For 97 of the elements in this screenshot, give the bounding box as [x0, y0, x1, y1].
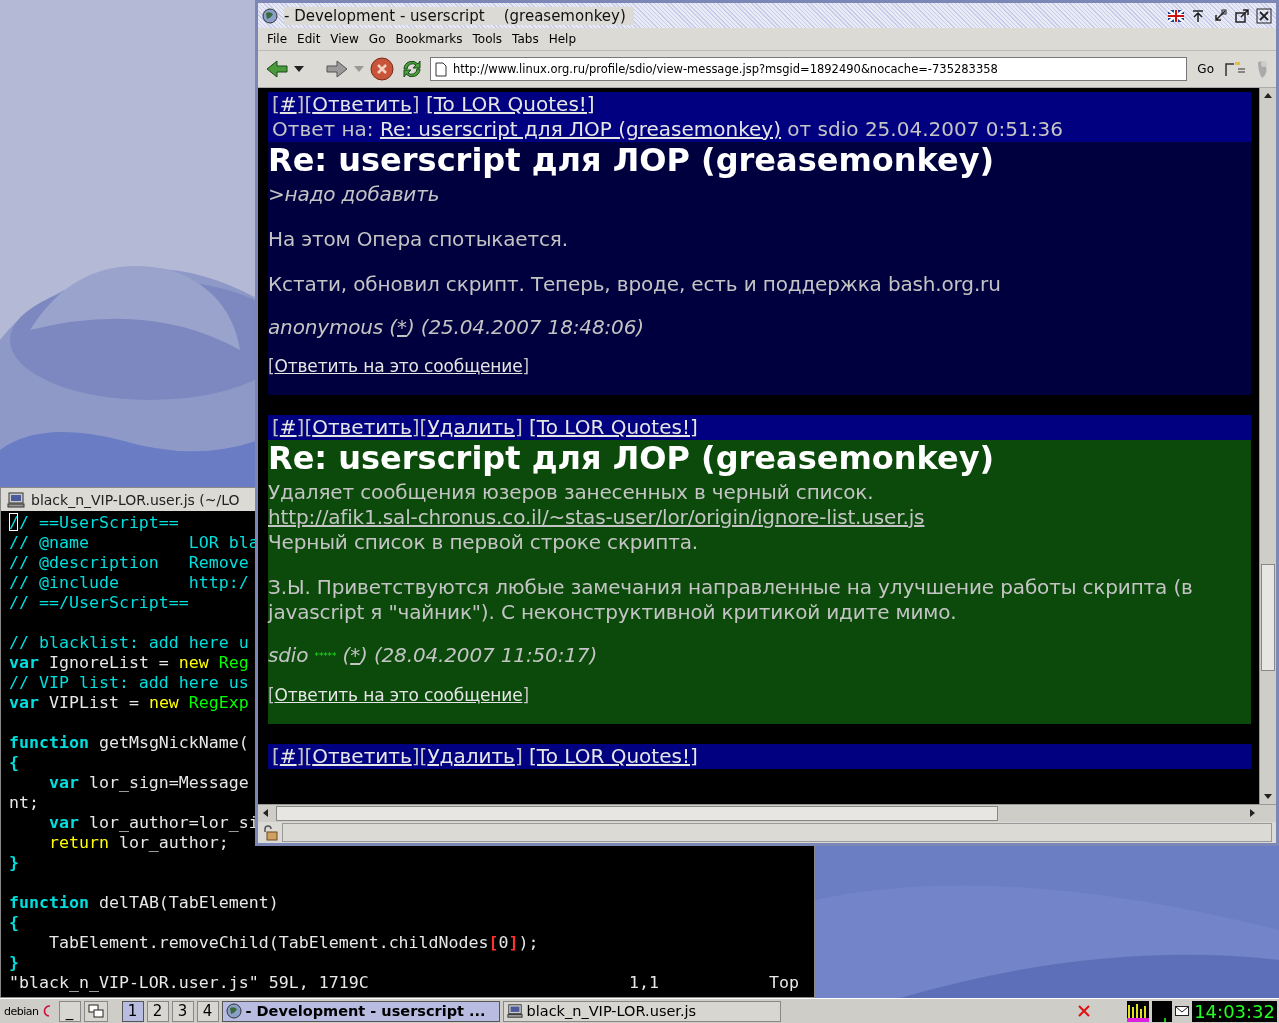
- menu-item[interactable]: Tabs: [507, 32, 544, 46]
- author-link[interactable]: *: [397, 315, 407, 339]
- header-link[interactable]: Ответить: [312, 415, 412, 439]
- header-line: [#][Ответить][Удалить] [To LOR Quotes!]: [272, 415, 699, 440]
- forward-arrow-icon[interactable]: [326, 59, 348, 79]
- menu-item[interactable]: Edit: [292, 32, 326, 46]
- header-link[interactable]: #: [279, 415, 297, 439]
- code-line: nt;: [9, 793, 39, 813]
- reply-link[interactable]: Ответить на это сообщение: [274, 685, 523, 705]
- go-button[interactable]: Go: [1193, 62, 1218, 76]
- caret-icon[interactable]: [294, 66, 304, 72]
- cpu-graph-drawing: [1127, 1000, 1150, 1022]
- code-line: // VIP list: add here us: [9, 673, 249, 693]
- pin-icon[interactable]: [1190, 7, 1206, 24]
- debian-logo[interactable]: debian: [2, 1003, 56, 1019]
- reload-icon[interactable]: [400, 57, 424, 81]
- menu-item[interactable]: Bookmarks: [390, 32, 468, 46]
- code-line: var IgnoreList = new Reg: [9, 653, 249, 673]
- header-link[interactable]: [To LOR Quotes!]: [529, 415, 698, 439]
- post-title: Re: userscript для ЛОР (greasemonkey): [268, 440, 996, 476]
- minimize-icon[interactable]: [1212, 7, 1228, 24]
- task-button[interactable]: - Development - userscript ...: [221, 1000, 500, 1022]
- scroll-position: Top: [769, 973, 799, 993]
- globe-icon: [225, 1003, 242, 1019]
- scrollbar-thumb[interactable]: [1261, 564, 1275, 671]
- header-link[interactable]: [To LOR Quotes!]: [529, 744, 698, 768]
- reply-line: [Ответить на это сообщение]: [268, 355, 530, 378]
- maximize-icon[interactable]: [1234, 7, 1250, 24]
- code-line: var lor_author=lor_si: [47, 813, 259, 833]
- post-text: Удаляет сообщения юзеров занесенных в черный список.: [268, 480, 875, 505]
- padlock-icon: [262, 824, 278, 841]
- desktop-button[interactable]: 1: [121, 1000, 144, 1022]
- close-icon[interactable]: [1256, 7, 1272, 24]
- post-title: Re: userscript для ЛОР (greasemonkey): [268, 142, 996, 178]
- code-line: return lor_author;: [47, 833, 229, 853]
- code-line: }: [9, 853, 19, 873]
- network-graph-drawing: [1152, 1000, 1173, 1022]
- menu-item[interactable]: Tools: [467, 32, 508, 46]
- code-line: {: [9, 753, 19, 773]
- quote-text: >надо добавить: [268, 182, 441, 207]
- code-line: }: [9, 953, 19, 973]
- header-link[interactable]: Ответить: [312, 92, 412, 116]
- mail-icon[interactable]: [1175, 1006, 1190, 1016]
- window-title: - Development - userscript (greasemonkey): [284, 6, 634, 25]
- sidebar-icon[interactable]: [1224, 61, 1246, 77]
- code-line: // @include http:/: [9, 573, 249, 593]
- code-line: {: [9, 913, 19, 933]
- scrollbar-thumb[interactable]: [276, 806, 998, 821]
- header-link[interactable]: Удалить: [427, 415, 515, 439]
- header-link[interactable]: Re: userscript для ЛОР (greasemonkey): [379, 117, 781, 141]
- show-desktop-button[interactable]: _: [58, 1000, 81, 1022]
- header-link[interactable]: #: [279, 92, 297, 116]
- code-line: function getMsgNickName(: [9, 733, 249, 753]
- clock: 14:03:32: [1192, 1000, 1277, 1022]
- menu-item[interactable]: Help: [543, 32, 581, 46]
- cursor-position: 1,1: [629, 973, 660, 993]
- window-title: black_n_VIP-LOR.user.js (~/LO: [31, 491, 240, 508]
- code-line: var VIPList = new RegExp: [9, 693, 249, 713]
- task-button[interactable]: black_n_VIP-LOR.user.js: [502, 1000, 781, 1022]
- reply-link[interactable]: Ответить на это сообщение: [274, 356, 523, 376]
- desktop-button[interactable]: 3: [171, 1000, 194, 1022]
- desktop-button[interactable]: 2: [146, 1000, 169, 1022]
- globe-icon: [262, 7, 278, 24]
- windows-button[interactable]: [83, 1000, 108, 1022]
- desktop-button[interactable]: 4: [196, 1000, 219, 1022]
- back-arrow-icon[interactable]: [266, 59, 288, 79]
- page-icon: [435, 61, 447, 77]
- menu-item[interactable]: Go: [363, 32, 391, 46]
- post-text: З.Ы. Приветствуются любые замечания направленные на улучшение работы скрипта (в javascript я "чайник"). С неконструктивной критикой идите мимо.: [268, 575, 1194, 625]
- code-line: // ==/UserScript==: [9, 593, 189, 613]
- signature-line: sdio ***** (*) (28.04.2007 11:50:17): [268, 643, 599, 669]
- post-text: Кстати, обновил скрипт. Теперь, вроде, есть и поддержка bash.org.ru: [268, 272, 1002, 297]
- code-line: var lor_sign=Message: [47, 773, 249, 793]
- header-link[interactable]: Ответить: [312, 744, 412, 768]
- header-line: [#][Ответить][Удалить] [To LOR Quotes!]: [272, 744, 699, 769]
- url-field[interactable]: http://www.linux.org.ru/profile/sdio/view-message.jsp?msgid=1892490&nocache=-735283358: [430, 57, 1188, 81]
- header-line: Ответ на: Re: userscript для ЛОР (greasemonkey) от sdio 25.04.2007 0:51:36: [272, 117, 1064, 142]
- code-line: // @description Remove: [9, 553, 249, 573]
- header-link[interactable]: [To LOR Quotes!]: [425, 92, 595, 116]
- script-link[interactable]: http://afik1.sal-chronus.co.il/~stas-user/lor/origin/ignore-list.user.js: [268, 505, 1251, 530]
- flag-icon[interactable]: [1168, 9, 1184, 22]
- menu-item[interactable]: File: [262, 32, 293, 46]
- code-line: // blacklist: add here u: [9, 633, 249, 653]
- header-link[interactable]: Удалить: [427, 744, 515, 768]
- code-line: TabElement.removeChild(TabElement.childNodes[0]);: [47, 933, 539, 953]
- computer-icon: [506, 1003, 523, 1019]
- header-line: [#][Ответить] [To LOR Quotes!]: [272, 92, 596, 117]
- menu-item[interactable]: View: [325, 32, 364, 46]
- computer-icon: [7, 491, 25, 508]
- stop-icon[interactable]: [370, 57, 394, 81]
- reply-line: [Ответить на это сообщение]: [268, 684, 530, 707]
- code-line: function delTAB(TabElement): [9, 893, 279, 913]
- post-text: На этом Опера спотыкается.: [268, 227, 569, 252]
- post-text: Черный список в первой строке скрипта.: [268, 530, 699, 555]
- header-link[interactable]: #: [279, 744, 297, 768]
- signature-line: anonymous (*) (25.04.2007 18:48:06): [268, 315, 645, 340]
- file-info: "black_n_VIP-LOR.user.js" 59L, 1719C: [9, 973, 370, 993]
